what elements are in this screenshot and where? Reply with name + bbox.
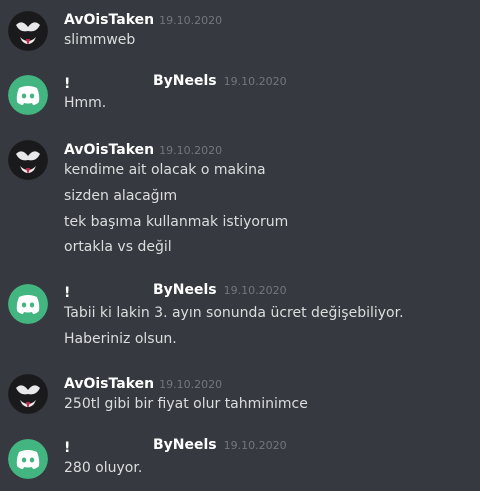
message-text: sizden alacağım [64, 188, 178, 204]
venom-avatar-icon[interactable] [8, 374, 48, 414]
discord-logo-icon[interactable] [8, 439, 48, 479]
timestamp: 19.10.2020 [223, 439, 287, 452]
message-text: ortakla vs değil [64, 239, 172, 255]
timestamp: 19.10.2020 [159, 14, 223, 27]
username[interactable]: AvOisTaken [64, 12, 154, 28]
message-header: AvOisTaken 19.10.2020 [64, 139, 222, 159]
username-prefix[interactable]: ! [64, 285, 70, 301]
message-text: Tabii ki lakin 3. ayın sonunda ücret değ… [64, 305, 404, 321]
username[interactable]: ByNeels [153, 437, 217, 453]
message-header: ! ByNeels 19.10.2020 [64, 73, 464, 93]
message-header: AvOisTaken 19.10.2020 [64, 373, 222, 393]
timestamp: 19.10.2020 [223, 284, 287, 297]
message-text: tek başıma kullanmak istiyorum [64, 214, 289, 230]
timestamp: 19.10.2020 [159, 378, 223, 391]
venom-avatar-icon[interactable] [8, 140, 48, 180]
message-text: 250tl gibi bir fiyat olur tahminimce [64, 396, 308, 412]
message-text: slimmweb [64, 32, 136, 48]
message-text: Haberiniz olsun. [64, 331, 177, 347]
message-header: AvOisTaken 19.10.2020 [64, 9, 222, 29]
message-text: kendime ait olacak o makina [64, 162, 266, 178]
username[interactable]: AvOisTaken [64, 142, 154, 158]
message-text: Hmm. [64, 95, 107, 111]
venom-avatar-icon[interactable] [8, 11, 48, 51]
username-prefix[interactable]: ! [64, 440, 70, 456]
username[interactable]: AvOisTaken [64, 376, 154, 392]
username[interactable]: ByNeels [153, 73, 217, 89]
message-header: ! ByNeels 19.10.2020 [64, 282, 464, 302]
discord-logo-icon[interactable] [8, 75, 48, 115]
message-header: ! ByNeels 19.10.2020 [64, 437, 464, 457]
username-prefix[interactable]: ! [64, 76, 70, 92]
message-text: 280 oluyor. [64, 460, 143, 476]
username[interactable]: ByNeels [153, 282, 217, 298]
discord-logo-icon[interactable] [8, 284, 48, 324]
timestamp: 19.10.2020 [159, 144, 223, 157]
timestamp: 19.10.2020 [223, 75, 287, 88]
